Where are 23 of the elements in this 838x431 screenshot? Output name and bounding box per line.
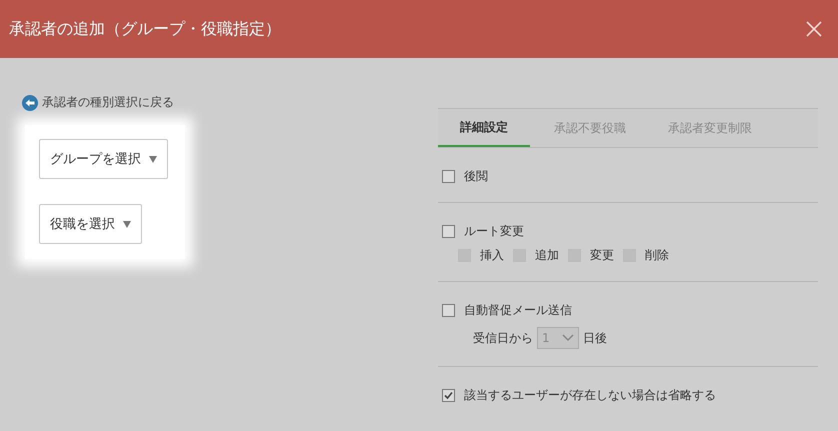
dropdown-button[interactable]: 役職を選択 — [39, 204, 142, 244]
checkbox[interactable] — [442, 225, 455, 238]
checkbox[interactable] — [442, 170, 455, 183]
checkbox-label: 後閲 — [464, 168, 488, 185]
caret-icon — [149, 156, 157, 162]
checkbox-label: 自動督促メール送信 — [464, 302, 572, 319]
dropdown-button[interactable]: グループを選択 — [39, 139, 168, 179]
checkbox[interactable] — [442, 304, 455, 317]
checkbox[interactable] — [442, 389, 455, 402]
checkbox-label: 変更 — [590, 247, 614, 264]
checkbox-label: 該当するユーザーが存在しない場合は省略する — [464, 387, 716, 404]
tab[interactable]: 詳細設定 — [438, 109, 530, 147]
close-icon[interactable] — [806, 21, 822, 37]
checkbox-label: 挿入 — [480, 247, 504, 264]
checkbox-label: 追加 — [535, 247, 559, 264]
caret-icon — [123, 220, 131, 228]
checkbox-label: ルート変更 — [464, 223, 524, 240]
delay-prefix: 受信日から — [473, 330, 533, 346]
checkbox-label: 削除 — [645, 247, 669, 264]
chevron-down-icon — [562, 334, 574, 342]
back-link[interactable]: 承認者の種別選択に戻る — [22, 94, 438, 111]
delay-suffix: 日後 — [583, 330, 607, 346]
dialog-title: 承認者の追加（グループ・役職指定） — [9, 18, 281, 40]
